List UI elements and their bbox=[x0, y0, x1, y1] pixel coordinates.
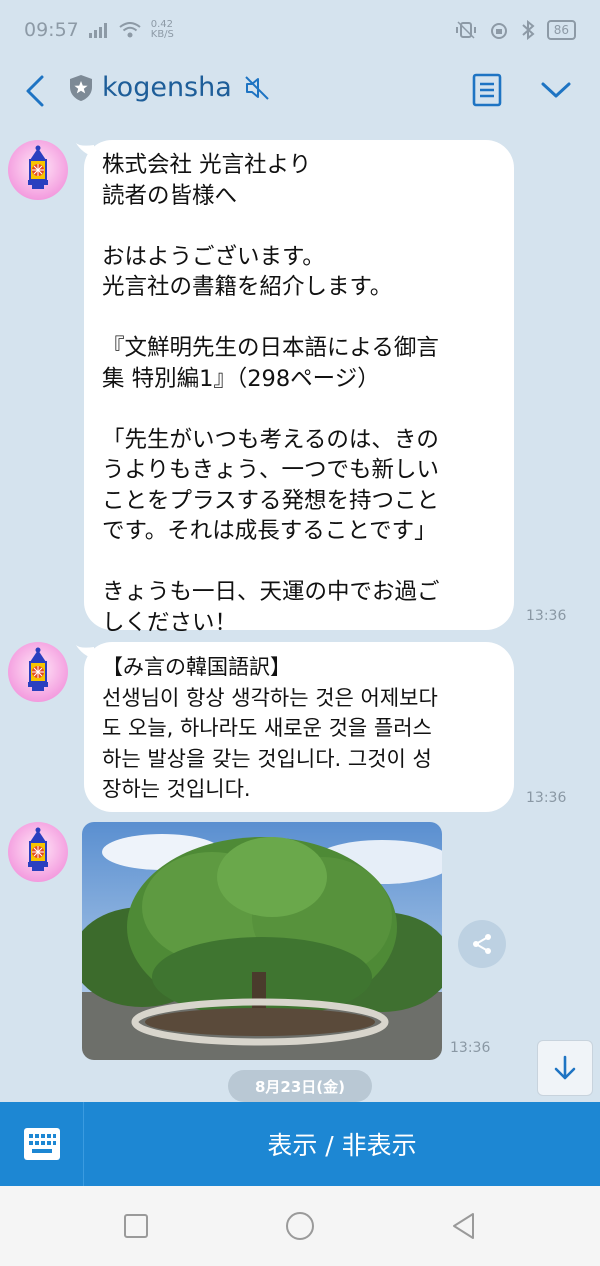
notes-icon[interactable] bbox=[470, 72, 504, 108]
scroll-to-bottom-button[interactable] bbox=[537, 1040, 593, 1096]
message-photo[interactable] bbox=[82, 822, 442, 1060]
chat-header: kogensha bbox=[0, 60, 600, 124]
net-speed: 0.42 KB/S bbox=[151, 20, 174, 40]
status-time: 09:57 bbox=[24, 19, 79, 41]
net-speed-unit: KB/S bbox=[150, 29, 174, 40]
back-triangle-icon[interactable] bbox=[448, 1210, 480, 1242]
bluetooth-icon bbox=[522, 20, 535, 40]
message-time: 13:36 bbox=[526, 608, 567, 624]
lantern-logo-icon bbox=[28, 145, 48, 189]
recent-apps-icon[interactable] bbox=[120, 1210, 152, 1242]
chat-title: kogensha bbox=[102, 72, 232, 103]
toggle-menu-button[interactable]: 表示 / 非表示 bbox=[84, 1102, 600, 1186]
alarm-icon bbox=[490, 23, 507, 39]
system-nav-bar bbox=[0, 1186, 600, 1266]
date-separator: 8月23日(金) bbox=[228, 1070, 372, 1102]
message-time: 13:36 bbox=[526, 790, 567, 806]
share-button[interactable] bbox=[458, 920, 506, 968]
message-bubble[interactable]: 【み言の韓国語訳】 선생님이 항상 생각하는 것은 어제보다 도 오늘, 하나라… bbox=[84, 642, 514, 812]
vibrate-icon bbox=[455, 21, 476, 39]
bottom-action-bar: 表示 / 非表示 bbox=[0, 1102, 600, 1186]
chevron-down-icon[interactable] bbox=[538, 76, 574, 104]
keyboard-button[interactable] bbox=[0, 1102, 84, 1186]
home-icon[interactable] bbox=[284, 1210, 316, 1242]
arrow-down-icon bbox=[554, 1055, 576, 1080]
back-arrow-icon[interactable] bbox=[22, 74, 48, 108]
muted-icon bbox=[245, 75, 269, 100]
share-icon bbox=[473, 934, 491, 954]
lantern-logo-icon bbox=[28, 647, 48, 691]
lantern-logo-icon bbox=[28, 827, 48, 871]
status-bar: 09:57 0.42 KB/S 86 bbox=[0, 0, 600, 60]
chat-title-area[interactable]: kogensha bbox=[68, 72, 270, 103]
message-time: 13:36 bbox=[450, 1040, 491, 1056]
signal-icon bbox=[88, 23, 107, 38]
message-bubble[interactable]: 株式会社 光言社より 読者の皆様へ おはようございます。 光言社の書籍を紹介しま… bbox=[84, 140, 514, 636]
keyboard-icon bbox=[23, 1128, 60, 1160]
sender-avatar[interactable] bbox=[8, 642, 68, 702]
shield-star-icon bbox=[70, 74, 92, 101]
battery-indicator: 86 bbox=[546, 20, 576, 40]
tree-photo-image bbox=[82, 822, 442, 1060]
wifi-icon bbox=[119, 22, 141, 38]
sender-avatar[interactable] bbox=[8, 140, 68, 200]
sender-avatar[interactable] bbox=[8, 822, 68, 882]
